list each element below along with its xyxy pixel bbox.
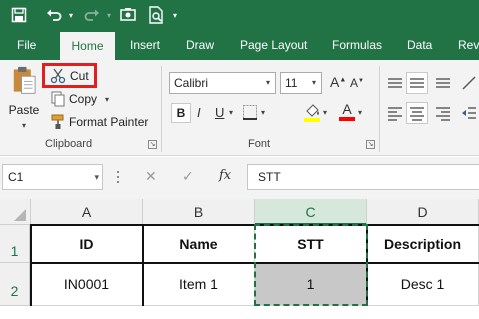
align-middle-icon[interactable] (406, 72, 428, 94)
clipboard-group-label: Clipboard (45, 138, 93, 150)
formula-input[interactable]: STT (247, 164, 479, 190)
cell-d1[interactable]: Description (367, 225, 479, 263)
formula-bar: C1 ▾ ✕ ✓ fx STT (0, 157, 479, 199)
ribbon-separator (379, 66, 380, 152)
paste-dropdown-icon[interactable]: ▾ (22, 121, 26, 130)
copy-icon (51, 91, 65, 107)
copy-marquee (254, 224, 368, 306)
underline-dropdown-icon[interactable]: ▾ (229, 108, 233, 117)
ribbon-separator (161, 66, 162, 152)
name-box[interactable]: C1 ▾ (2, 164, 103, 190)
font-size-dropdown-icon: ▾ (311, 78, 316, 87)
table-border (142, 224, 144, 306)
cut-label: Cut (70, 68, 89, 83)
copy-dropdown-icon[interactable]: ▾ (105, 95, 109, 104)
font-size-value: 11 (285, 76, 298, 90)
cut-button[interactable]: Cut (42, 63, 97, 88)
align-right-icon[interactable] (434, 104, 452, 125)
underline-button[interactable]: U (215, 105, 224, 120)
tab-data[interactable]: Data (398, 30, 441, 60)
font-launcher-icon[interactable]: ↘ (366, 140, 375, 149)
column-header-c[interactable]: C (255, 199, 367, 225)
paste-button[interactable]: Paste ▾ (8, 66, 40, 130)
ribbon-home: Paste ▾ Cut Copy ▾ Format Painter Clipbo… (0, 60, 479, 156)
formula-bar-grip-icon (117, 171, 120, 185)
ribbon-tabs: File Home Insert Draw Page Layout Formul… (0, 30, 479, 62)
copy-label: Copy (69, 92, 98, 106)
save-icon[interactable] (8, 4, 30, 26)
print-preview-icon[interactable] (146, 4, 166, 26)
name-box-dropdown-icon: ▾ (94, 172, 99, 182)
customize-qat-icon[interactable]: ▾ (170, 4, 180, 26)
row-header-1[interactable]: 1 (0, 225, 30, 263)
cell-b1[interactable]: Name (143, 225, 255, 263)
shrink-font-icon[interactable]: A▼ (350, 76, 364, 90)
insert-function-icon[interactable]: fx (219, 168, 231, 183)
borders-dropdown-icon[interactable]: ▾ (261, 108, 265, 117)
font-name-select[interactable]: Calibri ▾ (169, 72, 276, 94)
font-color-icon[interactable]: A (339, 102, 355, 121)
touch-mode-icon[interactable] (118, 4, 138, 26)
font-name-dropdown-icon: ▾ (265, 78, 270, 87)
tab-page-layout[interactable]: Page Layout (231, 30, 316, 60)
align-center-icon[interactable] (406, 102, 428, 124)
cell-d2[interactable]: Desc 1 (367, 263, 479, 306)
undo-icon[interactable] (44, 4, 64, 26)
cancel-icon[interactable]: ✕ (145, 168, 157, 185)
table-border (30, 224, 32, 306)
paintbrush-icon (51, 114, 64, 129)
quick-access-toolbar: ▾ ▾ ▾ (0, 0, 479, 30)
grow-font-icon[interactable]: A▲ (330, 74, 346, 90)
bold-button[interactable]: B (171, 103, 191, 123)
clipboard-launcher-icon[interactable]: ↘ (148, 140, 157, 149)
font-color-dropdown-icon[interactable]: ▾ (358, 108, 362, 117)
row-header-2[interactable]: 2 (0, 263, 30, 306)
tab-review[interactable]: Rev (449, 30, 479, 60)
cell-a1[interactable]: ID (31, 225, 143, 263)
cell-a2[interactable]: IN0001 (31, 263, 143, 306)
tab-file[interactable]: File (8, 30, 45, 60)
undo-dropdown-icon[interactable]: ▾ (66, 4, 76, 26)
align-top-icon[interactable] (386, 74, 404, 95)
italic-button[interactable]: I (197, 105, 201, 120)
redo-dropdown-icon[interactable]: ▾ (104, 4, 114, 26)
format-painter-label: Format Painter (69, 115, 149, 129)
format-painter-button[interactable]: Format Painter (50, 113, 148, 131)
paste-icon (13, 66, 36, 94)
font-name-value: Calibri (174, 76, 209, 90)
align-bottom-icon[interactable] (434, 74, 452, 95)
enter-icon[interactable]: ✓ (182, 168, 194, 185)
copy-button[interactable]: Copy ▾ (50, 90, 109, 108)
fill-color-icon[interactable] (303, 102, 321, 125)
column-header-a[interactable]: A (31, 199, 143, 225)
align-left-icon[interactable] (386, 104, 404, 125)
decrease-indent-icon[interactable] (460, 104, 478, 125)
column-header-b[interactable]: B (143, 199, 255, 225)
name-box-value: C1 (8, 170, 24, 184)
font-group-label: Font (248, 138, 271, 150)
tab-draw[interactable]: Draw (177, 30, 223, 60)
select-all-corner[interactable] (0, 199, 31, 225)
tab-insert[interactable]: Insert (121, 30, 169, 60)
tab-formulas[interactable]: Formulas (323, 30, 391, 60)
worksheet-grid: A B C D 1 2 ID Name STT Description IN00… (0, 199, 479, 306)
font-size-select[interactable]: 11 ▾ (280, 72, 322, 94)
orientation-icon[interactable] (460, 74, 478, 95)
paste-label: Paste (8, 103, 40, 117)
cell-b2[interactable]: Item 1 (143, 263, 255, 306)
tab-home[interactable]: Home (60, 32, 115, 62)
redo-icon[interactable] (82, 4, 102, 26)
fill-color-dropdown-icon[interactable]: ▾ (323, 108, 327, 117)
borders-icon[interactable] (242, 104, 258, 123)
scissors-icon (50, 68, 66, 83)
column-header-d[interactable]: D (367, 199, 479, 225)
